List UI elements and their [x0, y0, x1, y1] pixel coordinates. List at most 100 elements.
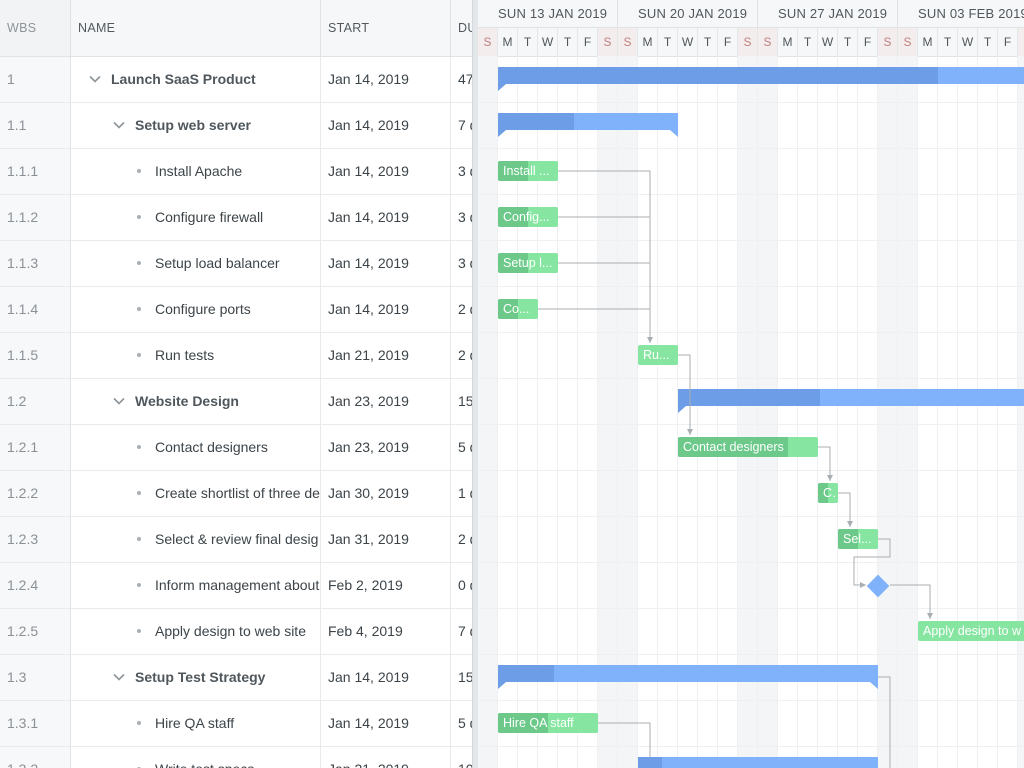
dependency-line[interactable] — [558, 170, 651, 343]
duration-cell[interactable]: 15 — [451, 655, 472, 700]
wbs-cell: 1.1.3 — [0, 241, 71, 286]
start-cell[interactable]: Jan 14, 2019 — [321, 195, 451, 240]
dependency-arrow — [927, 613, 933, 619]
name-cell[interactable]: Setup web server — [71, 103, 321, 148]
duration-cell[interactable]: 3 d — [451, 195, 472, 240]
grid-row[interactable]: 1.1.2 Configure firewall Jan 14, 20193 d — [0, 195, 472, 241]
start-cell[interactable]: Jan 14, 2019 — [321, 149, 451, 194]
name-content: Select & review final desig — [137, 517, 318, 562]
name-cell[interactable]: Apply design to web site — [71, 609, 321, 654]
name-content: Website Design — [111, 379, 239, 424]
name-cell[interactable]: Create shortlist of three de — [71, 471, 321, 516]
column-header-duration[interactable]: DU — [451, 0, 472, 56]
wbs-cell: 1.3.2 — [0, 747, 71, 768]
column-header-wbs[interactable]: WBS — [0, 0, 71, 56]
name-cell[interactable]: Select & review final desig — [71, 517, 321, 562]
start-cell[interactable]: Jan 14, 2019 — [321, 103, 451, 148]
name-cell[interactable]: Contact designers — [71, 425, 321, 470]
start-cell[interactable]: Jan 23, 2019 — [321, 425, 451, 470]
dependency-line[interactable] — [853, 538, 891, 586]
duration-cell[interactable]: 5 d — [451, 701, 472, 746]
start-cell[interactable]: Jan 21, 2019 — [321, 333, 451, 378]
duration-cell[interactable]: 7 d — [451, 103, 472, 148]
start-cell[interactable]: Jan 31, 2019 — [321, 517, 451, 562]
duration-cell[interactable]: 3 d — [451, 241, 472, 286]
start-cell[interactable]: Jan 14, 2019 — [321, 287, 451, 332]
wbs-cell: 1.1.2 — [0, 195, 71, 240]
name-cell[interactable]: Install Apache — [71, 149, 321, 194]
name-content: Inform management about — [137, 563, 319, 608]
name-cell[interactable]: Setup Test Strategy — [71, 655, 321, 700]
duration-cell[interactable]: 2 d — [451, 287, 472, 332]
grid-row[interactable]: 1.3.2 Write test specs Jan 21, 201910 — [0, 747, 472, 768]
bullet-icon — [137, 306, 141, 311]
duration-cell[interactable]: 10 — [451, 747, 472, 768]
name-cell[interactable]: Setup load balancer — [71, 241, 321, 286]
grid-row[interactable]: 1 Launch SaaS Product Jan 14, 2019 47 — [0, 57, 472, 103]
start-cell[interactable]: Jan 14, 2019 — [321, 241, 451, 286]
grid-row[interactable]: 1.1.5 Run tests Jan 21, 20192 d — [0, 333, 472, 379]
task-name: Run tests — [155, 347, 215, 363]
bullet-icon — [137, 536, 141, 541]
dependency-line[interactable] — [598, 722, 651, 757]
dependency-arrow — [827, 475, 833, 481]
collapse-chevron-icon[interactable] — [111, 393, 135, 409]
wbs-cell: 1.2.3 — [0, 517, 71, 562]
task-name: Configure ports — [155, 301, 251, 317]
grid-row[interactable]: 1.2.5 Apply design to web site Feb 4, 2019… — [0, 609, 472, 655]
column-header-name[interactable]: NAME — [71, 0, 321, 56]
name-cell[interactable]: Inform management about — [71, 563, 321, 608]
dependency-line[interactable] — [890, 584, 931, 619]
wbs-cell: 1.1.5 — [0, 333, 71, 378]
name-cell[interactable]: Hire QA staff — [71, 701, 321, 746]
name-cell[interactable]: Website Design — [71, 379, 321, 424]
grid-row[interactable]: 1.1.4 Configure ports Jan 14, 20192 d — [0, 287, 472, 333]
name-content: Hire QA staff — [137, 701, 234, 746]
task-name: Launch SaaS Product — [111, 71, 256, 87]
name-cell[interactable]: Run tests — [71, 333, 321, 378]
grid-row[interactable]: 1.3 Setup Test Strategy Jan 14, 2019 15 — [0, 655, 472, 701]
start-cell[interactable]: Jan 14, 2019 — [321, 655, 451, 700]
wbs-cell: 1.2 — [0, 379, 71, 424]
duration-cell[interactable]: 15 — [451, 379, 472, 424]
start-cell[interactable]: Jan 30, 2019 — [321, 471, 451, 516]
grid-row[interactable]: 1.2.3 Select & review final desig Jan 31, … — [0, 517, 472, 563]
collapse-chevron-icon[interactable] — [111, 669, 135, 685]
name-cell[interactable]: Configure firewall — [71, 195, 321, 240]
start-cell[interactable]: Jan 14, 2019 — [321, 701, 451, 746]
name-cell[interactable]: Write test specs — [71, 747, 321, 768]
grid-row[interactable]: 1.1.3 Setup load balancer Jan 14, 20193 d — [0, 241, 472, 287]
start-cell[interactable]: Jan 23, 2019 — [321, 379, 451, 424]
name-cell[interactable]: Launch SaaS Product — [71, 57, 321, 102]
start-cell[interactable]: Jan 21, 2019 — [321, 747, 451, 768]
name-cell[interactable]: Configure ports — [71, 287, 321, 332]
start-cell[interactable]: Jan 14, 2019 — [321, 57, 451, 102]
grid-row[interactable]: 1.3.1 Hire QA staff Jan 14, 20195 d — [0, 701, 472, 747]
duration-cell[interactable]: 1 d — [451, 471, 472, 516]
grid-row[interactable]: 1.1.1 Install Apache Jan 14, 20193 d — [0, 149, 472, 195]
task-name: Select & review final desig — [155, 531, 319, 547]
name-content: Create shortlist of three de — [137, 471, 320, 516]
name-content: Contact designers — [137, 425, 268, 470]
duration-cell[interactable]: 2 d — [451, 333, 472, 378]
start-cell[interactable]: Feb 4, 2019 — [321, 609, 451, 654]
duration-cell[interactable]: 3 d — [451, 149, 472, 194]
task-name: Configure firewall — [155, 209, 264, 225]
bullet-icon — [137, 582, 141, 587]
dependency-line[interactable] — [878, 676, 891, 768]
grid-row[interactable]: 1.2 Website Design Jan 23, 2019 15 — [0, 379, 472, 425]
duration-cell[interactable]: 5 d — [451, 425, 472, 470]
duration-cell[interactable]: 47 — [451, 57, 472, 102]
duration-cell[interactable]: 2 d — [451, 517, 472, 562]
grid-row[interactable]: 1.2.1 Contact designers Jan 23, 20195 d — [0, 425, 472, 471]
grid-row[interactable]: 1.1 Setup web server Jan 14, 20197 d — [0, 103, 472, 149]
collapse-chevron-icon[interactable] — [87, 71, 111, 87]
grid-row[interactable]: 1.2.2 Create shortlist of three de Jan 30,… — [0, 471, 472, 517]
collapse-chevron-icon[interactable] — [111, 117, 135, 133]
column-header-start[interactable]: START — [321, 0, 451, 56]
duration-cell[interactable]: 7 d — [451, 609, 472, 654]
duration-cell[interactable]: 0 d — [451, 563, 472, 608]
grid-row[interactable]: 1.2.4 Inform management about Feb 2, 2019 0… — [0, 563, 472, 609]
dependency-line[interactable] — [678, 354, 691, 435]
start-cell[interactable]: Feb 2, 2019 — [321, 563, 451, 608]
